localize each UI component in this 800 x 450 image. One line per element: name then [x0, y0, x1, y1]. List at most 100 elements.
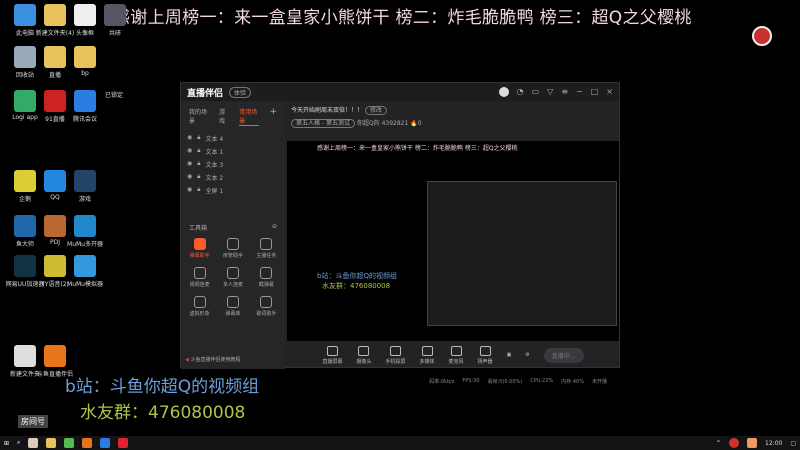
lock-icon[interactable]: 🔒︎ [197, 173, 200, 182]
tab-my-scenes[interactable]: 我的场景 [189, 107, 209, 126]
add-scene-icon[interactable]: + [269, 107, 277, 126]
eye-icon[interactable]: ◉ [187, 134, 192, 143]
title-bar: 直播伴侣 体验 ◔ ▭ ▽ ≡ − □ × [181, 83, 619, 101]
layer-item[interactable]: ◉ 🔒︎ 文本 1 [181, 145, 285, 158]
tool-item[interactable]: 截弹幕 [250, 267, 283, 288]
tray-app-icon[interactable] [747, 438, 758, 448]
tool-item[interactable]: 主播任务 [250, 238, 283, 259]
desktop-icon[interactable]: 游戏 [65, 170, 105, 203]
tab-game[interactable]: 游戏 [219, 107, 229, 126]
lock-icon[interactable]: 🔒︎ [197, 147, 200, 156]
desktop-icon[interactable]: MuMu多开器 [65, 215, 105, 248]
tool-item[interactable]: 弹幕库 [216, 296, 249, 317]
source-button[interactable]: 多媒体 [420, 345, 435, 365]
source-label: 扬声器 [477, 358, 493, 365]
source-button[interactable]: 摄像头 [356, 345, 372, 365]
start-icon[interactable]: ⊞ [4, 440, 9, 447]
layer-label: 文本 2 [205, 175, 224, 182]
app-icon [14, 345, 36, 367]
tray-chevron-icon[interactable]: ^ [716, 440, 721, 447]
source-button[interactable]: 手机投屏 [385, 345, 406, 365]
tool-item[interactable]: 房管助手 [216, 238, 249, 259]
skin-icon[interactable]: ▽ [547, 87, 553, 97]
taskbar-app-icon[interactable] [28, 438, 39, 448]
tab-common-scenes[interactable]: 常用场景 [239, 107, 260, 126]
desktop-icon-label: MuMu多开器 [67, 241, 103, 248]
tool-item[interactable]: 弹幕助手 [183, 238, 216, 259]
lock-icon[interactable]: 🔒︎ [197, 186, 200, 195]
tool-icon [193, 238, 206, 250]
notification-icon[interactable]: ▢ [790, 440, 796, 447]
desktop-icon[interactable]: bp [65, 46, 105, 77]
clock[interactable]: 12:00 [765, 440, 782, 447]
more-icon[interactable]: ⊖ [272, 223, 277, 232]
stream-title: 今天开始刷周末双倍！！！ [291, 107, 364, 114]
eye-icon[interactable]: ◉ [187, 160, 192, 169]
menu-icon[interactable]: ≡ [561, 87, 568, 97]
source-button[interactable]: 扬声器 [477, 345, 493, 365]
edit-title-button[interactable]: 修改 [364, 106, 387, 115]
source-button[interactable]: 直播屏幕 [322, 345, 342, 365]
app-icon [14, 4, 36, 26]
app-icon [44, 4, 66, 26]
layer-label: 文本 1 [205, 149, 224, 156]
source-label: 手机投屏 [385, 358, 406, 365]
tutorial-link[interactable]: ◀ 斗鱼直播伴侣使用教程 [185, 356, 240, 363]
settings-icon[interactable]: ⚙ [525, 352, 529, 358]
layer-item[interactable]: ◉ 🔒︎ 文本 4 [181, 132, 285, 145]
stream-preview[interactable]: 感谢上周榜一：来一盒皇家小熊饼干 榜二：炸毛脆脆鸭 榜三：超Q之父樱桃 b站：斗… [287, 141, 619, 341]
minimize-icon[interactable]: − [576, 87, 583, 97]
lock-icon[interactable]: 🔒︎ [197, 160, 200, 169]
taskbar-app-icon[interactable] [64, 438, 75, 448]
taskbar-app-icon[interactable] [100, 438, 111, 448]
folder-icon[interactable] [46, 438, 57, 448]
eye-icon[interactable]: ◉ [187, 173, 192, 182]
tool-icon [226, 267, 239, 279]
maximize-icon[interactable]: □ [591, 87, 599, 97]
toolbox-title: 工具箱 [189, 225, 208, 232]
tool-item[interactable]: 歌词助手 [250, 296, 283, 317]
tool-item[interactable]: 虚拟形象 [183, 296, 216, 317]
layer-item[interactable]: ◉ 🔒︎ 文本 2 [181, 171, 285, 184]
headset-icon[interactable]: ◔ [517, 87, 524, 97]
desktop-icon[interactable]: 腾讯会议 [65, 90, 105, 123]
left-panel: 我的场景 游戏 常用场景 + ◉ 🔒︎ 文本 4 ◉ 🔒︎ 文本 1 ◉ 🔒︎ 文本 3 ◉ 🔒︎ 文… [181, 101, 285, 369]
desktop-icon-label: 腾讯会议 [72, 116, 97, 123]
category-selector[interactable]: 第五人格 - 第五测试 [291, 119, 355, 128]
start-live-button[interactable]: 直播中... [543, 347, 584, 363]
desktop-icon-label: 游戏 [78, 196, 91, 203]
layer-item[interactable]: ◉ 🔒︎ 全屏 1 [181, 184, 285, 197]
preview-banner: 感谢上周榜一：来一盒皇家小熊饼干 榜二：炸毛脆脆鸭 榜三：超Q之父樱桃 [317, 145, 518, 152]
message-icon[interactable]: ▭ [532, 87, 540, 97]
tray-app-icon[interactable] [729, 438, 740, 448]
status-item: FPS:30 [462, 378, 480, 384]
eye-icon[interactable]: ◉ [187, 147, 192, 156]
tool-label: 弹幕库 [225, 311, 241, 317]
search-icon[interactable]: ⌕ [17, 439, 20, 447]
tool-icon [193, 296, 206, 308]
source-button[interactable]: 麦克风 [448, 345, 464, 365]
app-icon [14, 215, 36, 237]
record-video-icon[interactable]: ▣ [507, 352, 512, 358]
streaming-app-window: 直播伴侣 体验 ◔ ▭ ▽ ≡ − □ × 我的场景 游戏 常用场景 + ◉ 🔒︎ 文本 4 ◉ 🔒… [180, 82, 620, 385]
taskbar-app-icon[interactable] [118, 438, 129, 448]
eye-icon[interactable]: ◉ [187, 186, 192, 195]
taskbar-app-icon[interactable] [82, 438, 93, 448]
record-icon[interactable] [752, 26, 772, 46]
app-icon [74, 46, 96, 68]
desktop-icon[interactable]: MuMu模拟器 [65, 255, 105, 288]
version-badge[interactable]: 体验 [229, 86, 252, 98]
layer-label: 文本 4 [205, 136, 224, 143]
room-number-label: 房间号 [18, 415, 48, 428]
close-icon[interactable]: × [606, 87, 613, 97]
layer-item[interactable]: ◉ 🔒︎ 文本 3 [181, 158, 285, 171]
source-label: 麦克风 [448, 358, 464, 365]
tool-label: 房管助手 [222, 253, 243, 259]
tool-item[interactable]: 视频连麦 [183, 267, 216, 288]
taskbar: ⊞ ⌕ ^ 12:00 ▢ [0, 436, 800, 450]
status-item: 码率:0kb/s [429, 378, 455, 385]
avatar[interactable] [498, 87, 509, 97]
desktop-icon[interactable]: 共研 [95, 4, 135, 37]
lock-icon[interactable]: 🔒︎ [197, 134, 200, 143]
tool-item[interactable]: 多人连麦 [216, 267, 249, 288]
